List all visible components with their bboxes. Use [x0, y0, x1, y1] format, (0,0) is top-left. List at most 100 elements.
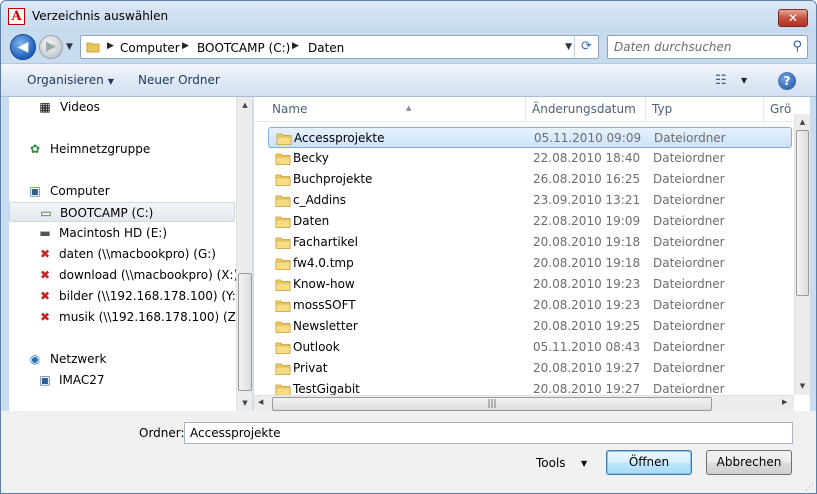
- nav-scroll-thumb[interactable]: [238, 273, 252, 391]
- list-scroll-thumb[interactable]: [796, 130, 809, 296]
- column-header-size[interactable]: Grö: [764, 97, 794, 122]
- column-header-type[interactable]: Typ: [646, 97, 764, 122]
- scroll-right-icon[interactable]: ▶: [782, 398, 787, 406]
- folder-icon: [275, 237, 291, 249]
- tools-button[interactable]: Tools: [536, 456, 566, 470]
- command-toolbar: Organisieren ▼ Neuer Ordner ☷ ▼ ?: [1, 63, 816, 97]
- resize-grip-icon[interactable]: ⋰: [805, 483, 814, 493]
- column-header-row: Name ▲ Änderungsdatum Typ Grö: [254, 97, 794, 122]
- network-drive-icon: ✖: [39, 268, 51, 282]
- list-item[interactable]: mossSOFT 20.08.2010 19:23 Dateiordner: [268, 295, 792, 316]
- drive-icon: ▬: [39, 226, 51, 240]
- view-options-icon[interactable]: ☷: [715, 73, 727, 88]
- nav-item-daten-share[interactable]: ✖ daten (\\macbookpro) (G:): [9, 244, 235, 264]
- chevron-down-icon[interactable]: ▼: [581, 459, 587, 468]
- scroll-down-icon[interactable]: ▼: [237, 395, 252, 411]
- breadcrumb-daten[interactable]: Daten: [308, 41, 344, 55]
- scroll-up-icon[interactable]: ▲: [795, 114, 810, 130]
- file-type: Dateiordner: [653, 340, 725, 354]
- nav-item-musik-share[interactable]: ✖ musik (\\192.168.178.100) (Z:): [9, 307, 245, 327]
- back-button[interactable]: ◀: [10, 34, 36, 60]
- address-dropdown-icon[interactable]: ▼: [565, 42, 572, 52]
- nav-item-homegroup[interactable]: ✿ Heimnetzgruppe: [9, 139, 235, 159]
- search-icon[interactable]: ⚲: [792, 39, 802, 54]
- nav-item-bilder-share[interactable]: ✖ bilder (\\192.168.178.100) (Y:): [9, 286, 241, 306]
- list-item[interactable]: Outlook 05.11.2010 08:43 Dateiordner: [268, 337, 792, 358]
- nav-item-label: musik (\\192.168.178.100) (Z:): [59, 310, 245, 324]
- list-item[interactable]: Know-how 20.08.2010 19:23 Dateiordner: [268, 274, 792, 295]
- nav-item-label: Videos: [60, 100, 100, 114]
- nav-item-network[interactable]: ◉ Netzwerk: [9, 349, 235, 369]
- nav-scrollbar[interactable]: ▲ ▼: [236, 97, 252, 411]
- nav-item-bootcamp[interactable]: ▭ BOOTCAMP (C:): [9, 202, 235, 222]
- file-type: Dateiordner: [653, 193, 725, 207]
- nav-item-computer[interactable]: ▣ Computer: [9, 181, 235, 201]
- nav-item-videos[interactable]: ▦ Videos: [19, 97, 245, 117]
- folder-icon: [275, 153, 291, 165]
- nav-item-imac27[interactable]: ▣ IMAC27: [9, 370, 235, 390]
- address-bar[interactable]: ▶ Computer ▶ BOOTCAMP (C:) ▶ Daten ▼ ⟳: [80, 35, 599, 59]
- open-button[interactable]: Öffnen: [606, 450, 692, 475]
- drive-icon: ▭: [40, 206, 52, 220]
- list-item[interactable]: Privat 20.08.2010 19:27 Dateiordner: [268, 358, 792, 379]
- network-icon: ◉: [29, 352, 41, 366]
- search-box[interactable]: ⚲: [607, 35, 808, 59]
- nav-item-macintosh-hd[interactable]: ▬ Macintosh HD (E:): [9, 223, 235, 243]
- scroll-left-icon[interactable]: ◀: [258, 398, 263, 406]
- folder-icon: [275, 363, 291, 375]
- list-item[interactable]: fw4.0.tmp 20.08.2010 19:18 Dateiordner: [268, 253, 792, 274]
- horizontal-scrollbar[interactable]: ◀ ||| ▶: [254, 395, 794, 411]
- list-scrollbar[interactable]: ▲ ▼: [794, 114, 810, 395]
- folder-icon: [275, 300, 291, 312]
- folder-icon: [276, 133, 292, 145]
- breadcrumb-computer[interactable]: Computer: [120, 41, 180, 55]
- file-date: 20.08.2010 19:25: [533, 319, 641, 333]
- new-folder-button[interactable]: Neuer Ordner: [138, 73, 220, 87]
- refresh-icon[interactable]: ⟳: [574, 36, 598, 58]
- scroll-down-icon[interactable]: ▼: [795, 378, 810, 394]
- breadcrumb-bootcamp[interactable]: BOOTCAMP (C:): [197, 41, 290, 55]
- list-item[interactable]: c_Addins 23.09.2010 13:21 Dateiordner: [268, 190, 792, 211]
- file-name: Becky: [293, 151, 329, 165]
- file-type: Dateiordner: [653, 298, 725, 312]
- breadcrumb-separator-icon[interactable]: ▶: [292, 41, 299, 51]
- chevron-down-icon[interactable]: ▼: [741, 76, 747, 85]
- nav-item-label: Computer: [50, 184, 110, 198]
- file-name: Accessprojekte: [294, 131, 385, 145]
- file-type: Dateiordner: [653, 172, 725, 186]
- cancel-button[interactable]: Abbrechen: [706, 450, 792, 475]
- file-date: 23.09.2010 13:21: [533, 193, 641, 207]
- list-item[interactable]: Newsletter 20.08.2010 19:25 Dateiordner: [268, 316, 792, 337]
- file-name: TestGigabit: [293, 382, 360, 396]
- folder-name-input[interactable]: [184, 422, 793, 444]
- network-drive-icon: ✖: [39, 247, 51, 261]
- history-dropdown-icon[interactable]: ▼: [66, 42, 73, 52]
- nav-item-download-share[interactable]: ✖ download (\\macbookpro) (X:): [9, 265, 238, 285]
- list-item[interactable]: Fachartikel 20.08.2010 19:18 Dateiordner: [268, 232, 792, 253]
- breadcrumb-separator-icon[interactable]: ▶: [107, 41, 114, 51]
- network-drive-icon: ✖: [39, 289, 51, 303]
- list-item[interactable]: Daten 22.08.2010 19:09 Dateiordner: [268, 211, 792, 232]
- folder-icon: [275, 258, 291, 270]
- file-list: Name ▲ Änderungsdatum Typ Grö Accessproje…: [254, 97, 810, 411]
- help-icon[interactable]: ?: [778, 72, 796, 90]
- homegroup-icon: ✿: [29, 142, 41, 156]
- folder-dialog: A Verzeichnis auswählen ✕ ◀ ▶ ▼ ▶ Comput…: [0, 0, 817, 494]
- organize-button[interactable]: Organisieren ▼: [27, 73, 114, 87]
- list-item[interactable]: Buchprojekte 26.08.2010 16:25 Dateiordner: [268, 169, 792, 190]
- chevron-down-icon: ▼: [107, 77, 114, 86]
- column-header-date[interactable]: Änderungsdatum: [526, 97, 646, 122]
- folder-icon: [275, 342, 291, 354]
- file-name: Buchprojekte: [293, 172, 373, 186]
- scroll-up-icon[interactable]: ▲: [237, 97, 252, 113]
- list-item[interactable]: Accessprojekte 05.11.2010 09:09 Dateiordne…: [268, 127, 792, 148]
- file-name: Outlook: [293, 340, 340, 354]
- list-item[interactable]: Becky 22.08.2010 18:40 Dateiordner: [268, 148, 792, 169]
- column-header-name[interactable]: Name ▲: [266, 97, 526, 122]
- close-button[interactable]: ✕: [778, 9, 808, 27]
- forward-button[interactable]: ▶: [39, 35, 63, 59]
- horizontal-scroll-thumb[interactable]: |||: [272, 397, 712, 411]
- search-input[interactable]: [614, 39, 784, 55]
- organize-label: Organisieren: [27, 73, 104, 87]
- breadcrumb-separator-icon[interactable]: ▶: [182, 41, 189, 51]
